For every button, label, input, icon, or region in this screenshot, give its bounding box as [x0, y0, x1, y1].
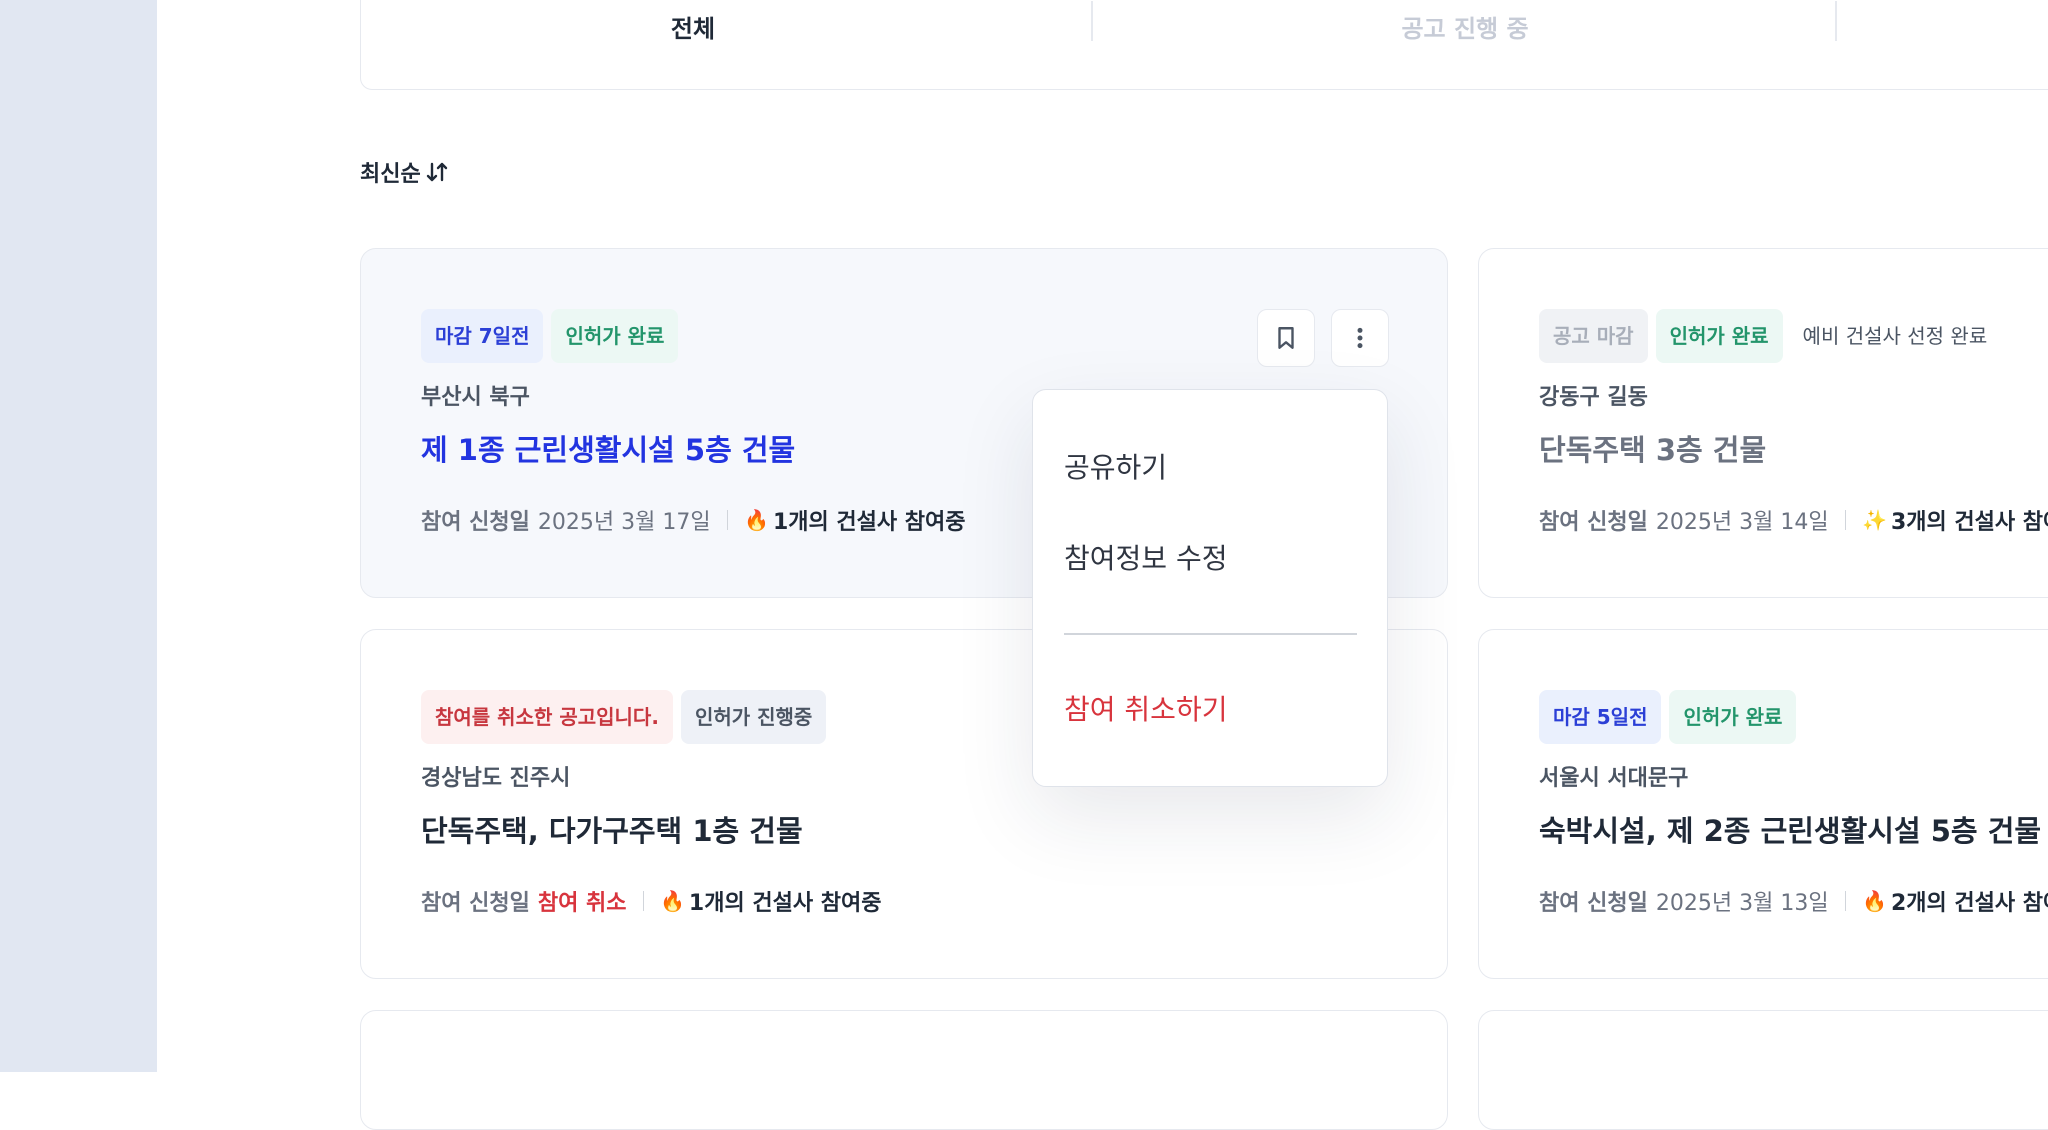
fire-icon: 🔥	[1862, 889, 1887, 913]
meta-separator	[726, 510, 729, 530]
meta-label: 참여 신청일	[1539, 891, 1648, 916]
sort-label: 최신순	[360, 162, 421, 187]
selection-status: 예비 건설사 선정 완료	[1802, 324, 1988, 348]
fire-icon: 🔥	[660, 889, 685, 913]
more-vertical-icon	[1357, 327, 1363, 349]
permit-badge: 인허가 진행중	[680, 690, 827, 744]
tab-all[interactable]: 전체	[643, 9, 743, 44]
apply-date: 2025년 3월 13일	[1655, 891, 1829, 916]
card-title[interactable]: 단독주택 3층 건물	[1539, 427, 1766, 469]
sort-button[interactable]: 최신순	[360, 156, 449, 188]
card-title[interactable]: 제 1종 근린생활시설 5층 건물	[421, 427, 795, 469]
card-meta: 참여 신청일 2025년 3월 17일 🔥 1개의 건설사 참여중	[421, 504, 966, 536]
meta-label: 참여 신청일	[421, 510, 530, 535]
card-title[interactable]: 숙박시설, 제 2종 근린생활시설 5층 건물	[1539, 808, 2041, 850]
project-card[interactable]: 공고 마감 인허가 완료 예비 건설사 선정 완료 강동구 길동 단독주택 3층…	[1478, 248, 2048, 598]
menu-item-cancel[interactable]: 참여 취소하기	[1064, 688, 1227, 728]
card-meta: 참여 신청일 2025년 3월 13일 🔥 2개의 건설사 참여중	[1539, 885, 2048, 917]
more-button[interactable]	[1331, 309, 1389, 367]
card-location: 강동구 길동	[1539, 385, 1648, 410]
card-location: 부산시 북구	[421, 385, 530, 410]
tab-divider	[1835, 1, 1837, 41]
card-meta: 참여 신청일 참여 취소 🔥 1개의 건설사 참여중	[421, 885, 881, 917]
sparkle-icon: ✨	[1862, 508, 1887, 532]
permit-badge: 인허가 완료	[551, 309, 679, 363]
apply-date: 2025년 3월 17일	[537, 510, 711, 535]
meta-separator	[642, 891, 644, 911]
bookmark-icon	[1278, 327, 1294, 349]
cancelled-badge: 참여를 취소한 공고입니다.	[421, 690, 673, 744]
participant-count: 3개의 건설사 참여중	[1890, 510, 2048, 535]
closed-badge: 공고 마감	[1539, 309, 1648, 363]
deadline-badge: 마감 7일전	[421, 309, 544, 363]
card-meta: 참여 신청일 2025년 3월 14일 ✨ 3개의 건설사 참여중	[1539, 504, 2048, 536]
participant-count: 1개의 건설사 참여중	[772, 510, 966, 535]
project-card[interactable]	[360, 1010, 1448, 1130]
menu-divider	[1064, 633, 1357, 635]
card-options-menu: 공유하기 참여정보 수정 참여 취소하기	[1032, 389, 1388, 787]
tab-open[interactable]: 공고 진행 중	[1345, 9, 1585, 44]
permit-badge: 인허가 완료	[1669, 690, 1797, 744]
fire-icon: 🔥	[744, 508, 769, 532]
status-tabs: 전체 공고 진행 중	[360, 0, 2048, 90]
menu-item-share[interactable]: 공유하기	[1064, 446, 1167, 486]
sort-icon	[426, 162, 447, 182]
meta-separator	[1844, 510, 1847, 530]
project-card[interactable]: 마감 5일전 인허가 완료 서울시 서대문구 숙박시설, 제 2종 근린생활시설…	[1478, 629, 2048, 979]
card-location: 경상남도 진주시	[421, 766, 571, 791]
permit-badge: 인허가 완료	[1655, 309, 1783, 363]
bookmark-button[interactable]	[1257, 309, 1315, 367]
participant-count: 1개의 건설사 참여중	[688, 891, 882, 916]
meta-label: 참여 신청일	[1539, 510, 1648, 535]
menu-item-edit[interactable]: 참여정보 수정	[1064, 537, 1227, 577]
deadline-badge: 마감 5일전	[1539, 690, 1662, 744]
card-title[interactable]: 단독주택, 다가구주택 1층 건물	[421, 808, 803, 850]
project-card[interactable]	[1478, 1010, 2048, 1130]
apply-status: 참여 취소	[537, 891, 627, 916]
meta-separator	[1844, 891, 1847, 911]
participant-count: 2개의 건설사 참여중	[1890, 891, 2048, 916]
meta-label: 참여 신청일	[421, 891, 530, 916]
apply-date: 2025년 3월 14일	[1655, 510, 1829, 535]
side-panel	[0, 0, 157, 1072]
tab-divider	[1091, 1, 1093, 41]
card-location: 서울시 서대문구	[1539, 766, 1689, 791]
